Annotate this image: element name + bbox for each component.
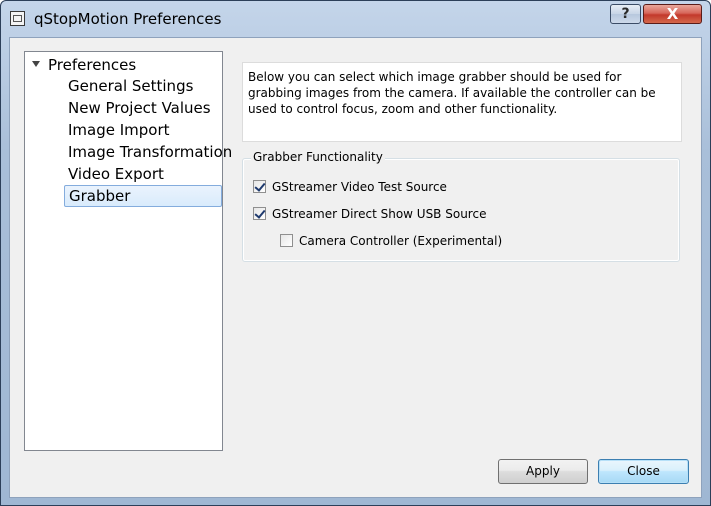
close-window-button[interactable]: X [643,4,702,24]
checkbox-unchecked-icon[interactable] [280,234,293,247]
tree-item-grabber[interactable]: Grabber [64,185,222,207]
tree-root-item[interactable]: Preferences [32,55,136,75]
option-label: GStreamer Direct Show USB Source [272,207,487,221]
help-button[interactable]: ? [610,4,641,24]
close-button[interactable]: Close [598,459,689,484]
tree-children: General Settings New Project Values Imag… [64,75,232,207]
tree-root-label: Preferences [48,56,137,74]
checkbox-checked-icon[interactable] [253,207,266,220]
option-label: Camera Controller (Experimental) [299,234,503,248]
checkbox-checked-icon[interactable] [253,180,266,193]
option-video-test-source[interactable]: GStreamer Video Test Source [253,179,447,195]
dialog-body: Preferences General Settings New Project… [9,37,702,498]
tree-item-general-settings[interactable]: General Settings [64,75,222,97]
preferences-tree[interactable]: Preferences General Settings New Project… [24,51,232,451]
group-title: Grabber Functionality [251,150,385,164]
app-icon [10,11,25,26]
title-bar[interactable]: qStopMotion Preferences ? X [1,1,710,37]
grabber-functionality-group: Grabber Functionality GStreamer Video Te… [242,150,680,262]
tree-item-new-project-values[interactable]: New Project Values [64,97,222,119]
grabber-description: Below you can select which image grabber… [242,62,682,142]
tree-item-image-transformation[interactable]: Image Transformation [64,141,232,163]
option-camera-controller[interactable]: Camera Controller (Experimental) [280,233,502,249]
preferences-window: qStopMotion Preferences ? X Preferences … [0,0,711,506]
tree-item-image-import[interactable]: Image Import [64,119,222,141]
option-label: GStreamer Video Test Source [272,180,447,194]
expand-arrow-icon[interactable] [32,61,40,67]
tree-item-video-export[interactable]: Video Export [64,163,222,185]
option-direct-show-usb-source[interactable]: GStreamer Direct Show USB Source [253,206,486,222]
apply-button[interactable]: Apply [498,459,588,484]
window-title: qStopMotion Preferences [34,10,222,28]
